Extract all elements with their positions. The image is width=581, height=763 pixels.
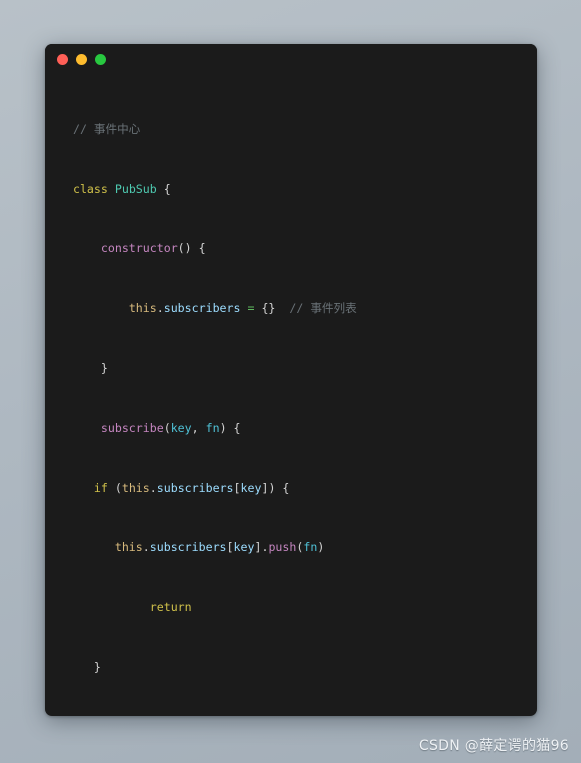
code-line: if (this.subscribers[key]) { [93,480,290,495]
minimize-traffic-light-icon[interactable] [76,53,87,65]
code-line: this.subscribers[key].push(fn) [114,540,325,555]
maximize-traffic-light-icon[interactable] [95,53,106,65]
code-line: } [93,660,101,675]
code-line: return [149,600,192,615]
code-line: constructor() { [100,241,206,256]
code-content[interactable]: // 事件中心 class PubSub { constructor() { t… [45,74,537,716]
csdn-watermark: CSDN @薛定谔的猫96 [418,738,569,754]
code-line: this.subscribers = {} // 事件列表 [128,301,357,316]
code-line: } [100,361,108,376]
close-traffic-light-icon[interactable] [57,53,68,65]
code-line: class PubSub { [72,181,171,196]
code-line: // 事件中心 [59,121,141,136]
window-title-bar [45,44,537,74]
code-line: subscribe(key, fn) { [100,420,241,435]
code-editor-window: // 事件中心 class PubSub { constructor() { t… [45,44,537,716]
